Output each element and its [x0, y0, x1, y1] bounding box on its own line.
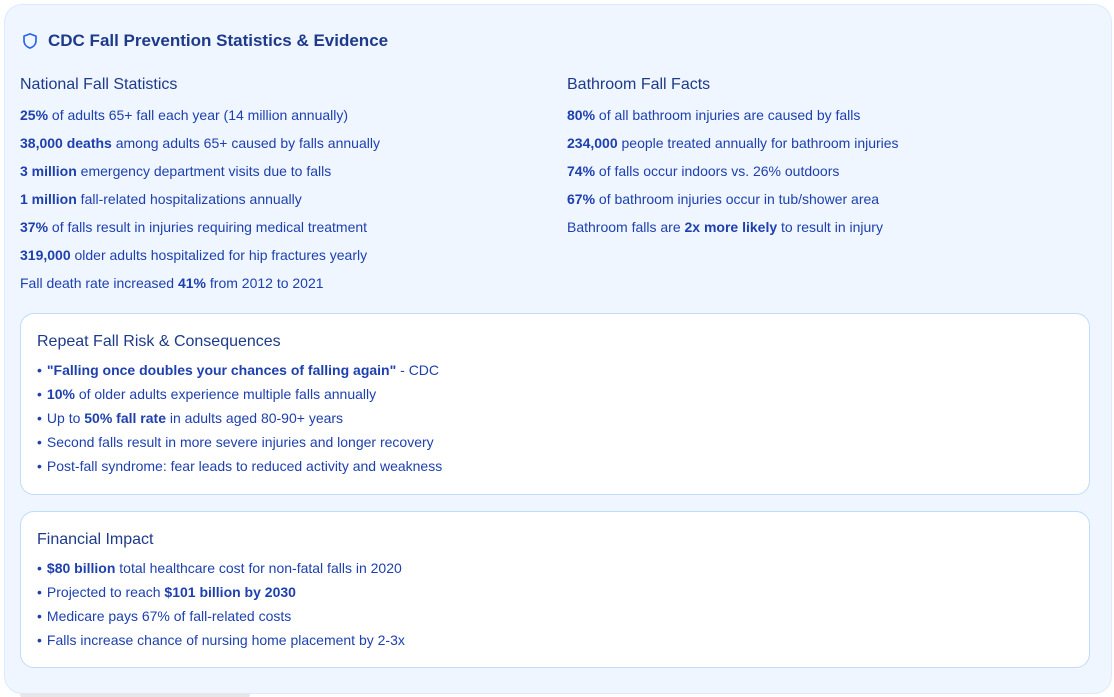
- list-item: • 10% of older adults experience multiple…: [37, 386, 377, 402]
- panel-title: CDC Fall Prevention Statistics & Evidenc…: [21, 31, 388, 51]
- list-item: • Medicare pays 67% of fall-related costs: [37, 608, 292, 624]
- stat-item: Fall death rate increased 41% from 2012 …: [20, 275, 324, 291]
- fact-item: 80% of all bathroom injuries are caused …: [567, 107, 861, 123]
- national-stats-section: National Fall Statistics 25% of adults 6…: [20, 75, 540, 303]
- fall-statistics-panel: CDC Fall Prevention Statistics & Evidenc…: [4, 4, 1112, 694]
- list-item: • Second falls result in more severe inju…: [37, 434, 434, 450]
- bathroom-facts-heading: Bathroom Fall Facts: [567, 76, 711, 93]
- repeat-fall-risk-heading: Repeat Fall Risk & Consequences: [37, 333, 281, 350]
- scroll-hint: [20, 693, 250, 697]
- panel-title-text: CDC Fall Prevention Statistics & Evidenc…: [48, 31, 389, 50]
- national-stats-heading: National Fall Statistics: [20, 76, 178, 93]
- stat-item: 37% of falls result in injuries requirin…: [20, 219, 368, 235]
- fact-item: 74% of falls occur indoors vs. 26% outdo…: [567, 163, 840, 179]
- list-item: • $80 billion total healthcare cost for n…: [37, 560, 402, 576]
- stat-item: 3 million emergency department visits du…: [20, 163, 332, 179]
- stat-item: 319,000 older adults hospitalized for hi…: [20, 247, 368, 263]
- stat-item: 25% of adults 65+ fall each year (14 mil…: [20, 107, 349, 123]
- bathroom-facts-section: Bathroom Fall Facts 80% of all bathroom …: [567, 75, 1087, 247]
- financial-impact-heading: Financial Impact: [37, 531, 154, 548]
- stat-item: 38,000 deaths among adults 65+ caused by…: [20, 135, 380, 151]
- fact-item: 67% of bathroom injuries occur in tub/sh…: [567, 191, 880, 207]
- list-item: • Projected to reach $101 billion by 2030: [37, 584, 296, 600]
- list-item: • Falls increase chance of nursing home p…: [37, 632, 405, 648]
- financial-impact-card: Financial Impact • $80 billion total heal…: [20, 511, 1090, 668]
- fact-item: Bathroom falls are 2x more likely to res…: [567, 219, 883, 235]
- fact-item: 234,000 people treated annually for bath…: [567, 135, 899, 151]
- stat-item: 1 million fall-related hospitalizations …: [20, 191, 302, 207]
- repeat-fall-risk-card: Repeat Fall Risk & Consequences • "Fallin…: [20, 313, 1090, 495]
- list-item: • Post-fall syndrome: fear leads to reduc…: [37, 458, 443, 474]
- list-item: • "Falling once doubles your chances of f…: [37, 362, 440, 378]
- list-item: • Up to 50% fall rate in adults aged 80-9…: [37, 410, 344, 426]
- shield-icon: [21, 32, 39, 50]
